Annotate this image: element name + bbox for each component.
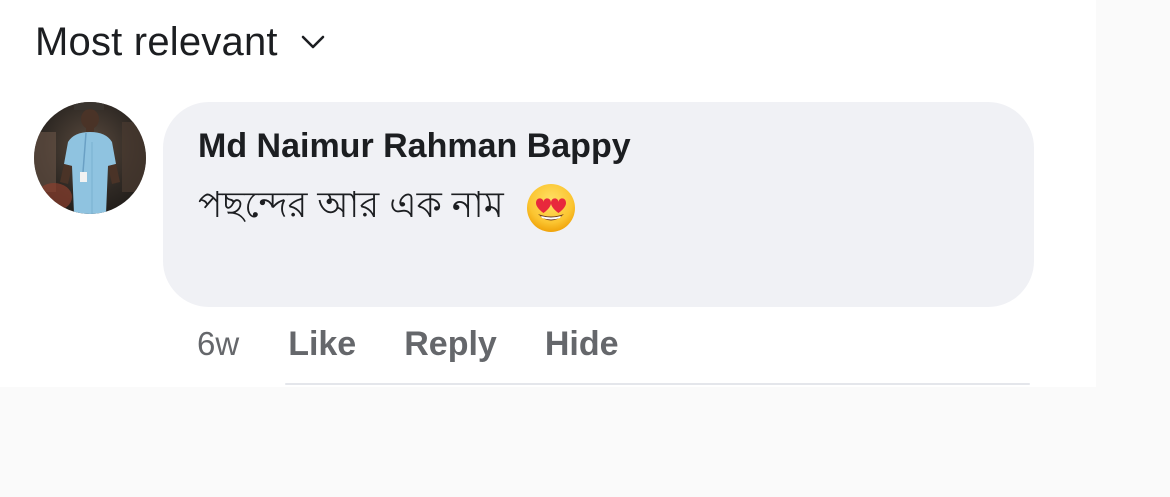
sort-dropdown[interactable]: Most relevant bbox=[35, 14, 326, 70]
reply-button[interactable]: Reply bbox=[404, 325, 497, 364]
hide-button[interactable]: Hide bbox=[545, 325, 619, 364]
right-margin bbox=[1096, 0, 1170, 497]
heart-eyes-emoji-icon bbox=[526, 183, 576, 233]
comment-timestamp[interactable]: 6w bbox=[197, 325, 239, 363]
comment-body: পছন্দের আর এক নাম bbox=[198, 178, 576, 238]
comment-bubble: Md Naimur Rahman Bappy পছন্দের আর এক নাম bbox=[163, 102, 1034, 307]
comment-actions: 6w Like Reply Hide bbox=[197, 322, 667, 366]
comment-text: পছন্দের আর এক নাম bbox=[198, 184, 504, 225]
sort-label: Most relevant bbox=[35, 19, 278, 64]
avatar[interactable] bbox=[34, 102, 146, 214]
like-button[interactable]: Like bbox=[288, 325, 356, 364]
chevron-down-icon bbox=[300, 29, 326, 55]
comment-author[interactable]: Md Naimur Rahman Bappy bbox=[198, 127, 631, 166]
comments-panel: Most relevant Md Naimur Rahman Bappy পছন… bbox=[0, 0, 1096, 387]
divider bbox=[285, 383, 1030, 385]
